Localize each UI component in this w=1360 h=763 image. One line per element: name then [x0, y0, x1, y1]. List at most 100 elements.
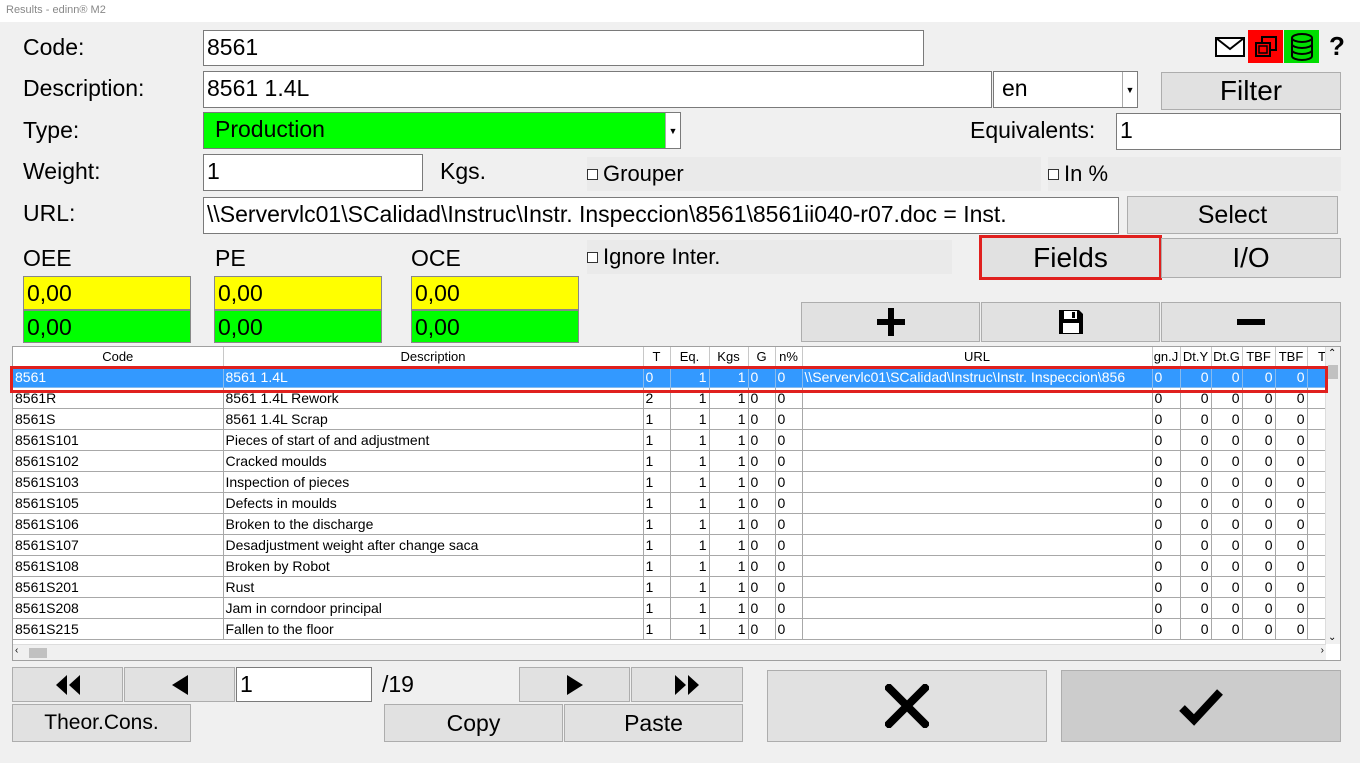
results-grid[interactable]: Code Description T Eq. Kgs Gn% URL gn.J Dt.Y Dt.G… [12, 346, 1341, 661]
windows-icon[interactable] [1248, 30, 1283, 63]
copy-button[interactable]: Copy [384, 704, 563, 742]
table-cell: 1 [643, 513, 671, 535]
scroll-thumb[interactable] [1328, 365, 1338, 379]
column-header[interactable]: G [748, 347, 776, 367]
table-cell: 1 [670, 471, 710, 493]
table-cell: 0 [1152, 555, 1181, 577]
column-header[interactable]: Dt.G [1211, 347, 1243, 367]
table-cell: 0 [1275, 471, 1308, 493]
last-page-button[interactable] [631, 667, 743, 702]
io-button[interactable]: I/O [1161, 238, 1341, 278]
table-row[interactable]: 8561S 8561 1.4L Scrap 1 1 1 0 0 0 0 0 0 0 [13, 408, 1338, 430]
grouper-checkbox[interactable]: Grouper [587, 157, 1041, 191]
table-row[interactable]: 8561S102 Cracked moulds 1 1 1 0 0 0 0 0 0 0 [13, 450, 1338, 472]
column-header[interactable]: Description [223, 347, 644, 367]
table-row[interactable]: 8561S101 Pieces of start of and adjustmen… [13, 429, 1338, 451]
table-cell: 0 [1152, 492, 1181, 514]
chevron-up-icon[interactable]: ⌃ [1328, 348, 1336, 359]
table-row[interactable]: 8561S215 Fallen to the floor 1 1 1 0 0 0 0 0 0 0 [13, 618, 1338, 640]
table-cell: 1 [643, 492, 671, 514]
table-cell: 0 [1152, 450, 1181, 472]
language-select[interactable]: en ▼ [993, 71, 1138, 108]
cancel-button[interactable] [767, 670, 1047, 742]
table-cell: 0 [1211, 471, 1243, 493]
chevron-right-icon[interactable]: › [1321, 645, 1324, 656]
checkbox-icon [587, 251, 598, 263]
add-button[interactable] [801, 302, 980, 342]
table-cell: 1 [670, 450, 710, 472]
fields-button[interactable]: Fields [979, 235, 1162, 280]
scroll-thumb[interactable] [29, 648, 47, 658]
column-header[interactable]: Dt.Y [1180, 347, 1212, 367]
remove-button[interactable] [1161, 302, 1341, 342]
chevron-left-icon[interactable]: ‹ [15, 645, 18, 656]
equivalents-field[interactable]: 1 [1116, 113, 1341, 150]
column-header[interactable]: URL [802, 347, 1153, 367]
column-header[interactable]: TBF [1242, 347, 1276, 367]
theor-cons-button[interactable]: Theor.Cons. [12, 704, 191, 742]
table-row[interactable]: 8561S108 Broken by Robot 1 1 1 0 0 0 0 0 0 0 [13, 555, 1338, 577]
table-cell: 1 [709, 429, 749, 451]
table-cell: 8561S105 [13, 492, 224, 514]
page-number-input[interactable]: 1 [236, 667, 372, 702]
table-cell: 8561S215 [13, 618, 224, 640]
type-select[interactable]: Production ▼ [203, 112, 681, 149]
type-value: Production [215, 116, 325, 142]
in-percent-checkbox[interactable]: In % [1048, 157, 1341, 191]
table-row[interactable]: 8561S107 Desadjustment weight after chang… [13, 534, 1338, 556]
table-cell: 0 [1275, 492, 1308, 514]
table-cell: 0 [1242, 471, 1276, 493]
type-label: Type: [23, 117, 80, 143]
description-field[interactable]: 8561 1.4L [203, 71, 992, 108]
paste-button[interactable]: Paste [564, 704, 743, 742]
column-header[interactable]: Code [13, 347, 224, 367]
table-row[interactable]: 8561S103 Inspection of pieces 1 1 1 0 0 0 0 0 0 0 [13, 471, 1338, 493]
filter-button[interactable]: Filter [1161, 72, 1341, 110]
table-cell [802, 471, 1153, 493]
table-cell: 0 [1180, 492, 1212, 514]
column-header[interactable]: T [643, 347, 671, 367]
page-total: /19 [382, 671, 414, 697]
save-button[interactable] [981, 302, 1160, 342]
table-row[interactable]: 8561S208 Jam in corndoor principal 1 1 1 0 0 0 0… [13, 597, 1338, 619]
url-field[interactable]: \\Servervlc01\SCalidad\Instruc\Instr. In… [203, 197, 1119, 234]
table-cell: 0 [1211, 597, 1243, 619]
weight-field[interactable]: 1 [203, 154, 423, 191]
column-header[interactable]: Kgs [709, 347, 749, 367]
table-cell: 0 [1180, 366, 1212, 388]
accept-button[interactable] [1061, 670, 1341, 742]
table-row[interactable]: 8561S105 Defects in moulds 1 1 1 0 0 0 0 0 0 0 [13, 492, 1338, 514]
vertical-scrollbar[interactable]: ⌃ ⌄ [1325, 347, 1340, 644]
horizontal-scrollbar[interactable]: ‹ › [13, 644, 1326, 660]
table-cell: 1 [670, 618, 710, 640]
table-row[interactable]: 8561 8561 1.4L 0 1 1 0 0 \\Servervlc01\SCalidad… [13, 366, 1338, 388]
select-button[interactable]: Select [1127, 196, 1338, 234]
table-cell: 1 [709, 597, 749, 619]
first-page-button[interactable] [12, 667, 123, 702]
table-cell: 0 [1242, 492, 1276, 514]
table-cell: 8561S107 [13, 534, 224, 556]
column-header[interactable]: Eq. [670, 347, 710, 367]
in-percent-label: In % [1064, 161, 1109, 186]
help-icon[interactable]: ? [1320, 30, 1354, 63]
table-cell: 0 [1211, 429, 1243, 451]
column-header[interactable]: n% [775, 347, 803, 367]
code-field[interactable]: 8561 [203, 30, 924, 66]
table-cell: \\Servervlc01\SCalidad\Instruc\Instr. In… [802, 366, 1153, 388]
column-header[interactable]: gn.J [1152, 347, 1181, 367]
table-cell: 0 [1242, 513, 1276, 535]
description-label: Description: [23, 75, 145, 101]
table-row[interactable]: 8561S106 Broken to the discharge 1 1 1 0 0 0 0 0 0… [13, 513, 1338, 535]
table-cell: 2 [643, 387, 671, 409]
mail-icon[interactable] [1212, 31, 1247, 63]
table-row[interactable]: 8561R 8561 1.4L Rework 2 1 1 0 0 0 0 0 0 0 [13, 387, 1338, 409]
table-cell: 0 [1275, 387, 1308, 409]
database-icon[interactable] [1284, 30, 1319, 63]
column-header[interactable]: TBF [1275, 347, 1308, 367]
table-cell: 0 [1242, 408, 1276, 430]
ignore-inter-checkbox[interactable]: Ignore Inter. [587, 240, 952, 274]
table-row[interactable]: 8561S201 Rust 1 1 1 0 0 0 0 0 0 0 [13, 576, 1338, 598]
previous-page-button[interactable] [124, 667, 235, 702]
chevron-down-icon[interactable]: ⌄ [1328, 632, 1336, 643]
next-page-button[interactable] [519, 667, 630, 702]
